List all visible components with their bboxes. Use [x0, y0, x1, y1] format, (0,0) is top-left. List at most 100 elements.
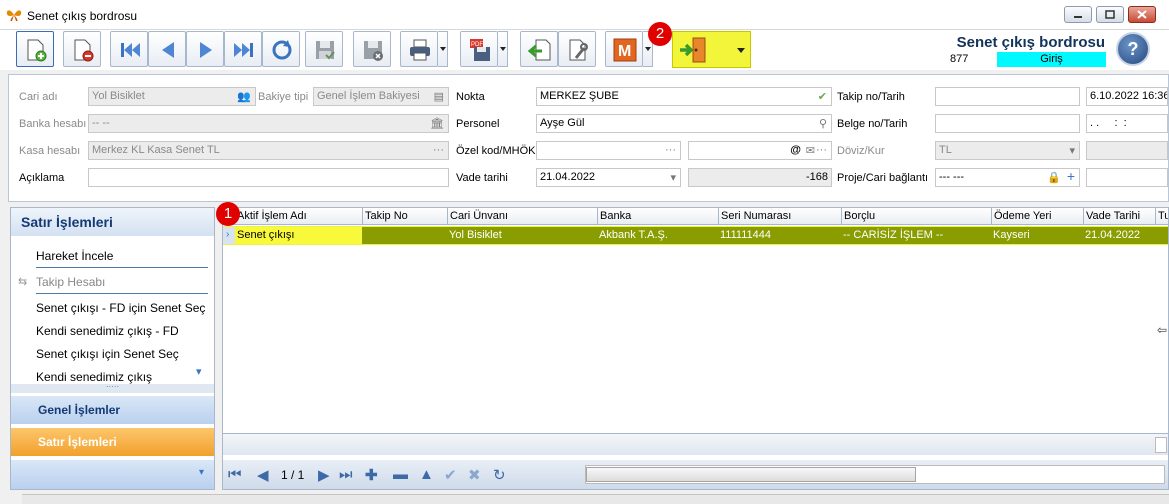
- save-icon: [316, 41, 335, 60]
- table-row[interactable]: › Senet çıkışı Yol Bisiklet Akbank T.A.Ş…: [223, 226, 1168, 245]
- bakiye-tipi-label: Bakiye tipi: [258, 91, 309, 103]
- module-m-button[interactable]: M: [605, 31, 643, 67]
- cari-baglanti-field[interactable]: [1086, 168, 1168, 187]
- doviz-kur-label: Döviz/Kur: [837, 145, 885, 157]
- cell-aktif-islem-adi[interactable]: Senet çıkışı: [235, 227, 362, 244]
- proje-field[interactable]: --- --- 🔒 +: [935, 168, 1080, 187]
- export-pdf-button[interactable]: PDF: [460, 31, 498, 67]
- aciklama-field[interactable]: [88, 168, 449, 187]
- menu-item-kendi-senedimiz-fd[interactable]: Kendi senedimiz çıkış - FD: [36, 324, 179, 338]
- column-odeme-yeri[interactable]: Ödeme Yeri: [991, 208, 1083, 225]
- takip-tarih-field[interactable]: 6.10.2022 16:36: [1086, 87, 1168, 106]
- banka-hesabi-field[interactable]: -- -- 🏛: [88, 114, 449, 133]
- menu-item-hareket-incele[interactable]: Hareket İncele: [36, 249, 113, 263]
- column-takip-no[interactable]: Takip No: [362, 208, 447, 225]
- mail-search-icon: ✉: [805, 145, 815, 157]
- cell-odeme-yeri[interactable]: Kayseri: [991, 227, 1083, 244]
- belge-no-field[interactable]: [935, 114, 1080, 133]
- grid-summary-footer: [223, 433, 1168, 455]
- column-cari-unvani[interactable]: Cari Ünvanı: [447, 208, 597, 225]
- exit-button[interactable]: [672, 31, 751, 68]
- nav-refresh-icon[interactable]: ↻: [493, 466, 506, 484]
- chevron-down-icon: ▾: [1069, 145, 1075, 157]
- column-borclu[interactable]: Borçlu: [841, 208, 991, 225]
- printer-icon: [410, 39, 430, 61]
- column-banka[interactable]: Banka: [597, 208, 718, 225]
- group-satir-islemleri[interactable]: Satır İşlemleri: [11, 428, 214, 456]
- menu-item-kendi-senedimiz[interactable]: Kendi senedimiz çıkış: [36, 370, 152, 384]
- delete-button[interactable]: [63, 31, 101, 67]
- print-button[interactable]: [400, 31, 438, 67]
- column-tu[interactable]: Tu: [1155, 208, 1168, 225]
- new-document-icon: [27, 39, 47, 62]
- window-title: Senet çıkış bordrosu: [27, 9, 138, 23]
- cell-takip-no[interactable]: [362, 227, 447, 244]
- cell-tu[interactable]: [1155, 227, 1168, 244]
- bakiye-tipi-field[interactable]: Genel İşlem Bakiyesi ▤: [313, 87, 449, 106]
- column-vade-tarihi[interactable]: Vade Tarihi: [1083, 208, 1155, 225]
- first-record-button[interactable]: [110, 31, 148, 67]
- settings-button[interactable]: [558, 31, 596, 67]
- nav-add-icon[interactable]: ✚: [365, 466, 378, 484]
- refresh-button[interactable]: [262, 31, 300, 67]
- plus-icon[interactable]: +: [1067, 169, 1075, 184]
- nav-last-icon[interactable]: ⏭: [339, 466, 353, 483]
- data-grid: Aktif İşlem Adı Takip No Cari Ünvanı Ban…: [222, 207, 1169, 490]
- scrollbar-thumb[interactable]: [586, 467, 916, 482]
- maximize-button[interactable]: [1096, 6, 1124, 23]
- group-genel-islemler[interactable]: Genel İşlemler: [11, 396, 214, 424]
- column-aktif-islem-adi[interactable]: Aktif İşlem Adı: [235, 208, 362, 225]
- nav-first-icon[interactable]: ⏮: [228, 466, 242, 483]
- window-horizontal-scrollbar[interactable]: [22, 494, 1169, 504]
- menu-item-takip-hesabi[interactable]: Takip Hesabı: [36, 275, 105, 289]
- footer-scroll-stub[interactable]: [1155, 437, 1167, 453]
- nav-confirm-icon[interactable]: ✔: [444, 466, 457, 484]
- ozel-kod-field[interactable]: ···: [536, 141, 681, 160]
- first-record-icon: [121, 43, 140, 57]
- mhok-field[interactable]: @ ✉ ···: [688, 141, 832, 160]
- ellipsis-icon: ···: [665, 144, 676, 156]
- previous-record-button[interactable]: [148, 31, 186, 67]
- nav-up-icon[interactable]: ▲: [419, 466, 434, 483]
- help-button[interactable]: ?: [1116, 32, 1150, 66]
- column-seri-numarasi[interactable]: Seri Numarası: [718, 208, 841, 225]
- last-record-button[interactable]: [224, 31, 262, 67]
- takip-no-field[interactable]: [935, 87, 1080, 106]
- next-record-button[interactable]: [186, 31, 224, 67]
- nav-remove-icon[interactable]: ▬: [393, 466, 408, 483]
- cell-vade-tarihi[interactable]: 21.04.2022: [1083, 227, 1155, 244]
- menu-item-senet-cikisi-sec[interactable]: Senet çıkışı için Senet Seç: [36, 347, 179, 361]
- new-button[interactable]: [16, 31, 54, 67]
- row-indicator-icon: ›: [223, 227, 235, 244]
- nav-next-icon[interactable]: ▶: [318, 466, 330, 484]
- personel-field[interactable]: Ayşe Gül ⚲: [536, 114, 832, 133]
- chevron-down-icon[interactable]: ▾: [199, 467, 204, 478]
- import-button[interactable]: [520, 31, 558, 67]
- belge-tarih-field[interactable]: . . : :: [1086, 114, 1168, 133]
- close-button[interactable]: [1128, 6, 1156, 23]
- cari-adi-field[interactable]: Yol Bisiklet 👥: [88, 87, 256, 106]
- nav-prev-icon[interactable]: ◀: [257, 466, 269, 484]
- cell-cari-unvani[interactable]: Yol Bisiklet: [447, 227, 597, 244]
- cancel-save-button[interactable]: [353, 31, 391, 67]
- title-bar: Senet çıkış bordrosu: [0, 0, 1169, 30]
- kasa-hesabi-field[interactable]: Merkez KL Kasa Senet TL ···: [88, 141, 449, 160]
- export-dropdown[interactable]: [498, 31, 508, 67]
- cell-borclu[interactable]: -- CARİSİZ İŞLEM --: [841, 227, 991, 244]
- save-button[interactable]: [305, 31, 343, 67]
- horizontal-scrollbar[interactable]: [585, 465, 1165, 484]
- minimize-button[interactable]: [1064, 6, 1092, 23]
- wrench-document-icon: [569, 39, 588, 61]
- splitter-handle[interactable]: ·····: [11, 383, 214, 393]
- menu-item-senet-cikisi-fd[interactable]: Senet çıkışı - FD için Senet Seç: [36, 301, 205, 315]
- print-dropdown[interactable]: [438, 31, 448, 67]
- nokta-field[interactable]: MERKEZ ŞUBE ✔: [536, 87, 832, 106]
- proje-label: Proje/Cari bağlantı: [837, 172, 929, 184]
- nav-cancel-icon[interactable]: ✖: [468, 466, 481, 484]
- callout-badge-2: 2: [648, 22, 672, 46]
- vade-tarihi-field[interactable]: 21.04.2022 ▾: [536, 168, 681, 187]
- cell-seri-numarasi[interactable]: 111111444: [718, 227, 841, 244]
- chevron-down-icon[interactable]: ▾: [196, 365, 202, 378]
- doviz-field[interactable]: TL ▾: [935, 141, 1080, 160]
- cell-banka[interactable]: Akbank T.A.Ş.: [597, 227, 718, 244]
